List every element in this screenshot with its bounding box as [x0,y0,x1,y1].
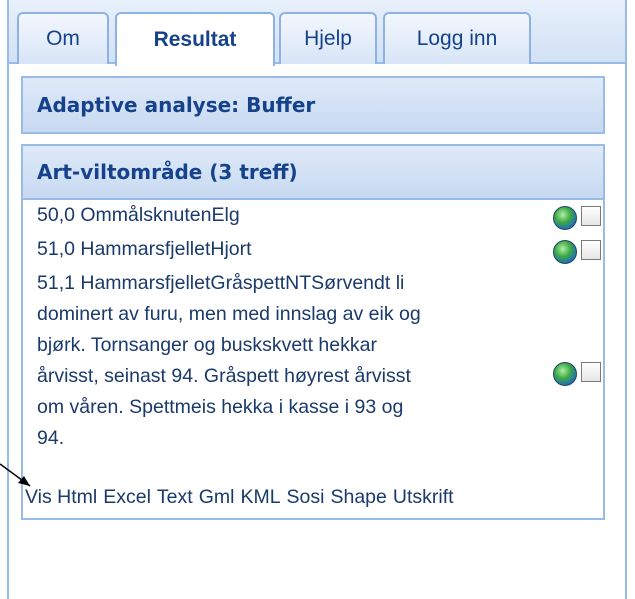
results-panel-header[interactable]: Art-viltområde (3 treff) [21,144,605,200]
analysis-panel-header[interactable]: Adaptive analyse: Buffer [21,76,605,134]
export-links: Vis Html Excel Text Gml KML Sosi Shape Utskrift [25,486,460,509]
result-line: bjørk. Tornsanger og buskskvett hekkar [37,334,377,356]
globe-icon[interactable] [553,362,577,386]
result-line: 51,1 HammarsfjelletGråspettNTSørvendt li [37,272,405,294]
result-line: 94. [37,427,65,449]
tab-om[interactable]: Om [17,12,109,64]
tab-logg-inn[interactable]: Logg inn [383,12,531,64]
result-line: om våren. Spettmeis hekka i kasse i 93 o… [37,396,404,418]
result-text: 51,0 HammarsfjelletHjort [37,238,252,260]
list-item: 51,0 HammarsfjelletHjort [37,234,547,265]
side-panel: Om Resultat Hjelp Logg inn Adaptive anal… [7,0,627,599]
export-utskrift-link[interactable]: Utskrift [393,486,454,508]
export-sosi-link[interactable]: Sosi [287,486,325,508]
analysis-title: Adaptive analyse: Buffer [37,93,316,117]
results-title: Art-viltområde (3 treff) [37,160,298,184]
tab-resultat[interactable]: Resultat [115,12,275,66]
export-gml-link[interactable]: Gml [199,486,235,508]
globe-icon[interactable] [553,240,577,264]
list-item: 50,0 OmmålsknutenElg [37,200,547,231]
export-excel-link[interactable]: Excel [103,486,151,508]
result-checkbox[interactable] [581,362,601,382]
export-text-link[interactable]: Text [157,486,193,508]
export-kml-link[interactable]: KML [240,486,280,508]
list-item: 51,1 HammarsfjelletGråspettNTSørvendt li… [37,268,547,454]
result-line: årvisst, seinast 94. Gråspett høyrest år… [37,365,411,387]
export-shape-link[interactable]: Shape [330,486,386,508]
tab-strip: Om Resultat Hjelp Logg inn [9,0,625,66]
result-line: dominert av furu, men med innslag av eik… [37,303,421,325]
results-list: 50,0 OmmålsknutenElg 51,0 Hammarsfjellet… [21,198,605,520]
tab-hjelp[interactable]: Hjelp [279,12,377,64]
result-checkbox[interactable] [581,206,601,226]
annotation-arrow-icon [0,463,31,487]
result-text: 50,0 OmmålsknutenElg [37,204,240,226]
result-checkbox[interactable] [581,240,601,260]
globe-icon[interactable] [553,206,577,230]
